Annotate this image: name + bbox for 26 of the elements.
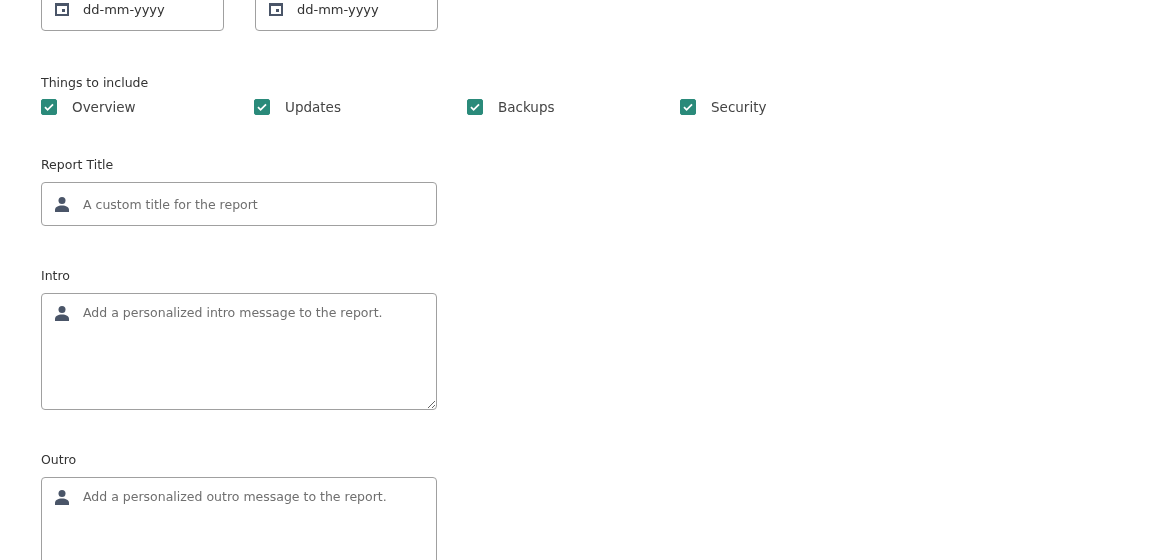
calendar-icon [54,1,70,17]
checkbox[interactable] [41,99,57,115]
checkmark-icon [43,101,55,113]
checkbox-label: Security [711,99,767,115]
field-label: Outro [41,452,77,468]
field-label: Intro [41,268,71,284]
person-icon [54,305,70,321]
person-icon [54,196,70,212]
field-label: Things to include [41,75,149,91]
text-area[interactable]: Add a personalized outro message to the report. [41,477,437,560]
calendar-icon [268,1,284,17]
input-field[interactable]: A custom title for the report [41,182,437,226]
checkmark-icon [256,101,268,113]
checkmark-icon [682,101,694,113]
checkbox[interactable] [254,99,270,115]
checkbox[interactable] [680,99,696,115]
person-icon [54,489,70,505]
checkbox-label: Overview [72,99,136,115]
checkbox[interactable] [467,99,483,115]
date-field[interactable]: dd-mm-yyyy [255,0,438,31]
date-field[interactable]: dd-mm-yyyy [41,0,224,31]
checkmark-icon [469,101,481,113]
field-label: Report Title [41,157,114,173]
checkbox-label: Updates [285,99,341,115]
text-area[interactable]: Add a personalized intro message to the report. [41,293,437,410]
checkbox-label: Backups [498,99,555,115]
